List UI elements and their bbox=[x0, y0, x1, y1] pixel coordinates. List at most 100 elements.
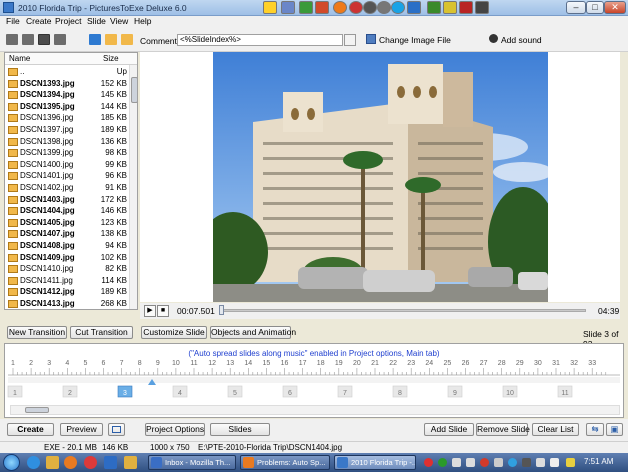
close-button[interactable]: ✕ bbox=[604, 1, 626, 14]
file-row[interactable]: DSCN1413.jpg 268 KB bbox=[5, 298, 129, 309]
tray-icon-8[interactable] bbox=[522, 458, 531, 467]
tray-icon-7[interactable] bbox=[508, 458, 517, 467]
change-image-file-button[interactable]: Change Image File bbox=[379, 35, 451, 45]
remove-slide-button[interactable]: Remove Slide bbox=[476, 423, 530, 436]
new-transition-button[interactable]: New Transition bbox=[7, 326, 67, 339]
preview-button[interactable]: Preview bbox=[60, 423, 103, 436]
tray-icon-1[interactable] bbox=[424, 458, 433, 467]
menu-create[interactable]: Create bbox=[26, 16, 52, 26]
tray-icon-3[interactable] bbox=[452, 458, 461, 467]
file-row[interactable]: DSCN1394.jpg 145 KB bbox=[5, 89, 129, 101]
file-row[interactable]: DSCN1405.jpg 123 KB bbox=[5, 217, 129, 229]
flag-icon[interactable] bbox=[459, 1, 473, 14]
tray-icon-6[interactable] bbox=[494, 458, 503, 467]
clear-list-button[interactable]: Clear List bbox=[532, 423, 579, 436]
file-row[interactable]: DSCN1395.jpg 144 KB bbox=[5, 101, 129, 113]
timeline-scrollbar-thumb[interactable] bbox=[25, 407, 49, 413]
swap-icon[interactable]: ⇆ bbox=[586, 423, 604, 436]
file-list[interactable]: Name Size .. Up DSCN1393.jpg 152 KB DSCN1394… bbox=[4, 52, 138, 310]
minimize-button[interactable]: – bbox=[566, 1, 586, 14]
slides-button[interactable]: Slides bbox=[210, 423, 270, 436]
view-list-icon[interactable] bbox=[6, 34, 18, 45]
stop-button[interactable]: ■ bbox=[157, 305, 169, 317]
firefox-icon[interactable] bbox=[333, 1, 347, 14]
file-row[interactable]: DSCN1412.jpg 189 KB bbox=[5, 286, 129, 298]
maximize-button[interactable]: □ bbox=[586, 1, 604, 14]
menu-project[interactable]: Project bbox=[55, 16, 81, 26]
create-button[interactable]: Create bbox=[7, 423, 54, 436]
flag-tray-icon[interactable] bbox=[566, 458, 575, 467]
task-inbox[interactable]: Inbox - Mozilla Th... bbox=[148, 455, 236, 470]
tool-icon[interactable] bbox=[427, 1, 441, 14]
preview-window-button[interactable] bbox=[108, 423, 125, 436]
cut-transition-button[interactable]: Cut Transition bbox=[70, 326, 133, 339]
tray-icon-4[interactable] bbox=[466, 458, 475, 467]
pencil-icon[interactable] bbox=[443, 1, 457, 14]
file-row[interactable]: DSCN1404.jpg 146 KB bbox=[5, 205, 129, 217]
folder-taskbar-icon[interactable] bbox=[124, 456, 137, 469]
view-details-icon[interactable] bbox=[22, 34, 34, 45]
view-icons-icon[interactable] bbox=[54, 34, 66, 45]
file-row[interactable]: DSCN1408.jpg 94 KB bbox=[5, 240, 129, 252]
network-icon[interactable] bbox=[536, 458, 545, 467]
explorer-icon[interactable] bbox=[46, 456, 59, 469]
view-thumbnails-icon[interactable] bbox=[38, 34, 50, 45]
start-button[interactable] bbox=[3, 454, 20, 471]
media-player-icon[interactable] bbox=[84, 456, 97, 469]
refresh-icon[interactable] bbox=[89, 34, 101, 45]
comment-options-button[interactable] bbox=[344, 34, 356, 46]
task-problems[interactable]: Problems: Auto Sp... bbox=[240, 455, 330, 470]
file-row[interactable]: .. Up bbox=[5, 66, 129, 78]
play-button[interactable]: ▶ bbox=[144, 305, 156, 317]
export-icon[interactable]: ▣ bbox=[606, 423, 623, 436]
file-row[interactable]: DSCN1410.jpg 82 KB bbox=[5, 263, 129, 275]
skype-icon[interactable] bbox=[391, 1, 405, 14]
column-size[interactable]: Size bbox=[103, 54, 119, 63]
powerpoint-icon[interactable] bbox=[315, 1, 329, 14]
task-picturestoexe[interactable]: 2010 Florida Trip -... bbox=[334, 455, 416, 470]
column-name[interactable]: Name bbox=[9, 54, 30, 63]
media-icon[interactable] bbox=[363, 1, 377, 14]
disc-icon[interactable] bbox=[377, 1, 391, 14]
menu-help[interactable]: Help bbox=[134, 16, 151, 26]
timeline-ruler[interactable]: 1 2 3 4 5 6 7 8 9 10 11 12 13 14 15 16 17 18 19 20 21 22 23 24 2… bbox=[4, 355, 624, 405]
file-row[interactable]: DSCN1407.jpg 138 KB bbox=[5, 228, 129, 240]
timeline-scrollbar[interactable] bbox=[10, 405, 620, 415]
volume-icon[interactable] bbox=[550, 458, 559, 467]
menu-view[interactable]: View bbox=[110, 16, 128, 26]
file-row[interactable]: DSCN1397.jpg 189 KB bbox=[5, 124, 129, 136]
file-row[interactable]: DSCN1396.jpg 185 KB bbox=[5, 112, 129, 124]
lock-icon[interactable] bbox=[475, 1, 489, 14]
file-row[interactable]: DSCN1403.jpg 172 KB bbox=[5, 194, 129, 206]
file-row[interactable]: DSCN1401.jpg 96 KB bbox=[5, 170, 129, 182]
menu-slide[interactable]: Slide bbox=[87, 16, 106, 26]
comment-input[interactable]: <%SlideIndex%> bbox=[177, 34, 343, 46]
add-sound-button[interactable]: Add sound bbox=[501, 35, 542, 45]
folder-icon[interactable] bbox=[263, 1, 277, 14]
timeline-track[interactable] bbox=[8, 377, 620, 383]
excel-icon[interactable] bbox=[299, 1, 313, 14]
file-row[interactable]: DSCN1398.jpg 136 KB bbox=[5, 136, 129, 148]
firefox-taskbar-icon[interactable] bbox=[64, 456, 77, 469]
file-row[interactable]: DSCN1393.jpg 152 KB bbox=[5, 78, 129, 90]
file-row[interactable]: DSCN1411.jpg 114 KB bbox=[5, 275, 129, 287]
open-folder-icon[interactable] bbox=[121, 34, 133, 45]
tray-icon-2[interactable] bbox=[438, 458, 447, 467]
app-quick-icon[interactable] bbox=[407, 1, 421, 14]
chrome-icon[interactable] bbox=[349, 1, 363, 14]
seek-track[interactable] bbox=[222, 309, 586, 312]
project-options-button[interactable]: Project Options bbox=[145, 423, 205, 436]
file-row[interactable]: DSCN1399.jpg 98 KB bbox=[5, 147, 129, 159]
tray-icon-5[interactable] bbox=[480, 458, 489, 467]
menu-file[interactable]: File bbox=[6, 16, 20, 26]
file-row[interactable]: DSCN1409.jpg 102 KB bbox=[5, 252, 129, 264]
file-row[interactable]: DSCN1400.jpg 99 KB bbox=[5, 159, 129, 171]
customize-slide-button[interactable]: Customize Slide bbox=[141, 326, 207, 339]
scrollbar-thumb[interactable] bbox=[131, 77, 137, 103]
add-slide-button[interactable]: Add Slide bbox=[424, 423, 474, 436]
word-icon[interactable] bbox=[281, 1, 295, 14]
file-row[interactable]: DSCN1402.jpg 91 KB bbox=[5, 182, 129, 194]
objects-animation-button[interactable]: Objects and Animation bbox=[210, 326, 296, 339]
file-list-scrollbar[interactable] bbox=[129, 65, 137, 309]
ie-icon[interactable] bbox=[27, 456, 40, 469]
